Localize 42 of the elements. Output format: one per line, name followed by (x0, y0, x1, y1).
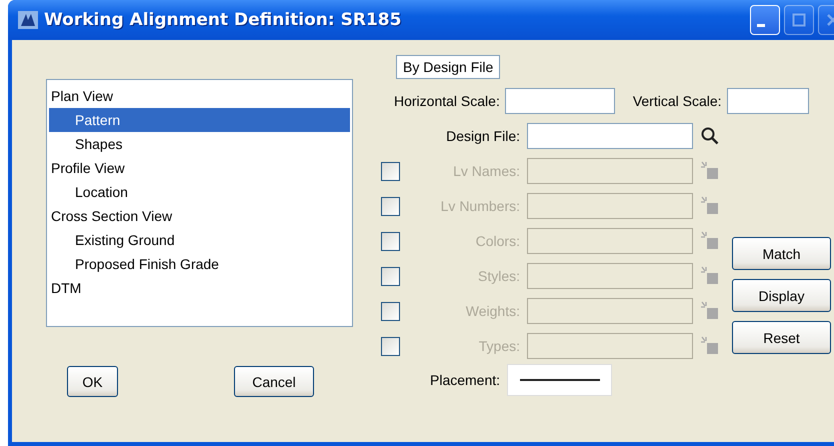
tree-item[interactable]: Shapes (49, 132, 350, 156)
search-icon[interactable] (700, 126, 720, 146)
tree-item[interactable]: DTM (49, 276, 350, 300)
picker-icon (700, 336, 720, 356)
minimize-button[interactable] (750, 5, 780, 35)
ok-button[interactable]: OK (67, 366, 118, 397)
field-label: Weights: (464, 303, 520, 319)
field-label: Types: (478, 338, 520, 354)
tree-item[interactable]: Pattern (49, 108, 350, 132)
tree-item[interactable]: Location (49, 180, 350, 204)
tree-item[interactable]: Existing Ground (49, 228, 350, 252)
field-label: Horizontal Scale: (394, 93, 500, 109)
input-field[interactable] (527, 123, 693, 149)
input-field[interactable] (726, 88, 809, 114)
app-icon (18, 11, 38, 29)
picker-icon (700, 231, 720, 251)
tree-item[interactable]: Plan View (49, 84, 350, 108)
field-label: Lv Names: (452, 163, 520, 179)
picker-icon (700, 266, 720, 286)
field-label: Design File: (445, 128, 520, 144)
picker-icon (700, 161, 720, 181)
action-button[interactable]: Display (732, 279, 831, 312)
action-button[interactable]: Match (732, 237, 831, 270)
window-title: Working Alignment Definition: SR185 (44, 10, 402, 30)
picker-icon (700, 301, 720, 321)
action-button[interactable]: Reset (732, 321, 831, 354)
tree-item[interactable]: Profile View (49, 156, 350, 180)
minimize-icon (757, 24, 765, 26)
field-label: Vertical Scale: (632, 93, 722, 109)
cancel-button[interactable]: Cancel (234, 366, 314, 397)
field-label: Lv Numbers: (440, 198, 520, 214)
field-label: Colors: (474, 233, 520, 249)
line-style-field[interactable] (507, 364, 612, 396)
maximize-button[interactable] (784, 5, 814, 35)
maximize-icon (792, 13, 806, 27)
mode-button[interactable]: By Design File (396, 55, 500, 79)
tree-item[interactable]: Cross Section View (49, 204, 350, 228)
field-label: Styles: (476, 268, 520, 284)
input-field[interactable] (504, 88, 615, 114)
tree-item[interactable]: Proposed Finish Grade (49, 252, 350, 276)
picker-icon (700, 196, 720, 216)
field-label: Placement: (430, 372, 500, 388)
